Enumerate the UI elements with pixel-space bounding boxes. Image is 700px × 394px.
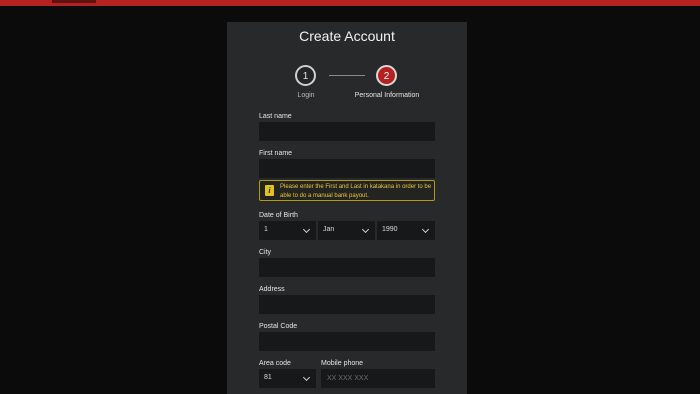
dob-month-select[interactable]: Jan [318, 221, 375, 240]
date-of-birth-label: Date of Birth [259, 212, 298, 219]
step-1-label: Login [297, 92, 315, 99]
chevron-down-icon [361, 225, 370, 234]
city-label: City [259, 249, 272, 256]
notice-text: Please enter the First and Last in katak… [280, 184, 432, 199]
page-title: Create Account [299, 28, 395, 44]
address-input[interactable] [259, 295, 435, 314]
first-name-input[interactable] [259, 159, 435, 178]
last-name-label: Last name [259, 113, 292, 120]
address-label: Address [259, 286, 285, 293]
dob-year-select[interactable]: 1990 [377, 221, 435, 240]
step-2-indicator: 2 [376, 65, 397, 86]
mobile-phone-input[interactable] [321, 369, 435, 388]
info-icon: i [265, 185, 274, 196]
first-name-label: First name [259, 150, 293, 157]
chevron-down-icon [421, 225, 430, 234]
postal-code-label: Postal Code [259, 323, 298, 330]
chevron-down-icon [302, 373, 311, 382]
dob-day-select[interactable]: 1 [259, 221, 316, 240]
city-input[interactable] [259, 258, 435, 277]
area-code-value: 81 [264, 374, 272, 381]
katakana-notice: i Please enter the First and Last in kat… [259, 180, 435, 201]
dob-month-value: Jan [323, 226, 335, 233]
site-logo[interactable] [52, 0, 96, 3]
postal-code-input[interactable] [259, 332, 435, 351]
last-name-input[interactable] [259, 122, 435, 141]
area-code-label: Area code [259, 360, 291, 367]
step-2-label: Personal Information [354, 92, 420, 99]
step-connector [329, 75, 365, 76]
dob-year-value: 1990 [382, 226, 398, 233]
top-brand-bar [0, 0, 700, 6]
chevron-down-icon [302, 225, 311, 234]
area-code-select[interactable]: 81 [259, 369, 316, 388]
dob-day-value: 1 [264, 226, 268, 233]
mobile-phone-label: Mobile phone [321, 360, 364, 367]
step-1-indicator: 1 [295, 65, 316, 86]
create-account-panel: Create Account 1 2 Login Personal Inform… [227, 22, 467, 394]
